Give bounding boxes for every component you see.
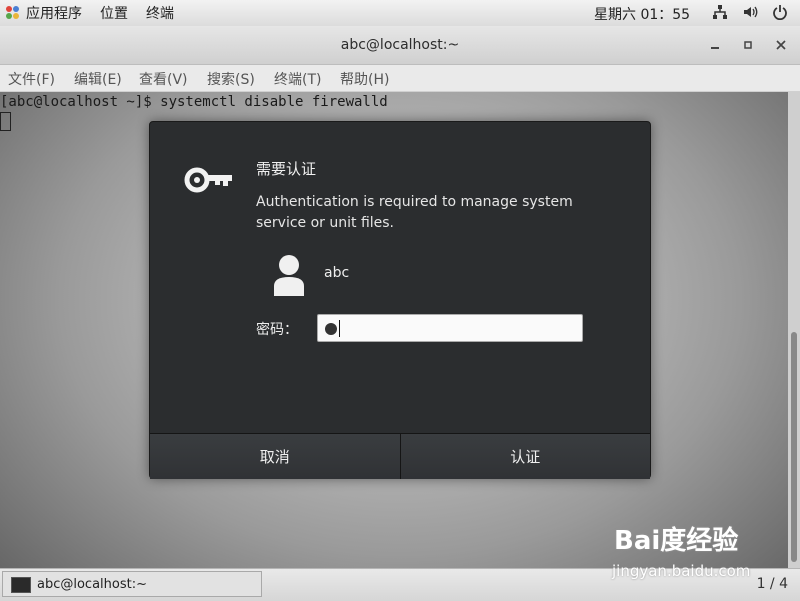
watermark-logo: Bai度经验: [614, 526, 739, 556]
menu-bar: 文件(F) 编辑(E) 查看(V) 搜索(S) 终端(T) 帮助(H): [0, 65, 800, 92]
menu-search[interactable]: 搜索(S): [207, 69, 255, 89]
menu-terminal[interactable]: 终端(T): [274, 69, 321, 89]
applications-menu[interactable]: 应用程序: [6, 3, 82, 23]
places-menu[interactable]: 位置: [100, 3, 128, 23]
menu-view[interactable]: 查看(V): [139, 69, 188, 89]
network-icon[interactable]: [712, 4, 728, 20]
command-line: [abc@localhost ~]$ systemctl disable fir…: [0, 94, 388, 110]
apps-icon: [6, 6, 20, 20]
terminal-cursor: [0, 112, 11, 131]
close-button[interactable]: [774, 38, 788, 52]
password-field[interactable]: [317, 314, 583, 342]
volume-icon[interactable]: [742, 4, 758, 20]
watermark-url: jingyan.baidu.com: [612, 562, 751, 580]
password-label: 密码：: [256, 322, 298, 338]
menu-help[interactable]: 帮助(H): [340, 69, 389, 89]
terminal-icon: [11, 577, 31, 593]
power-icon[interactable]: [772, 4, 788, 21]
dialog-title: 需要认证: [256, 160, 317, 178]
cancel-button[interactable]: 取消: [150, 434, 400, 479]
watermark: Bai度经验 jingyan.baidu.com: [612, 516, 782, 586]
password-dot: [325, 323, 337, 335]
dialog-message: Authentication is required to manage sys…: [256, 194, 573, 231]
taskbar-item-label: abc@localhost:~: [37, 577, 147, 592]
menu-edit[interactable]: 编辑(E): [74, 69, 122, 89]
scrollbar[interactable]: [788, 92, 800, 568]
window-titlebar[interactable]: abc@localhost:~: [0, 26, 800, 65]
clock[interactable]: 星期六 01：55: [594, 4, 690, 24]
key-icon: [184, 166, 234, 194]
dialog-buttons: 取消 认证: [150, 433, 650, 479]
top-panel: 应用程序 位置 终端 星期六 01：55: [0, 0, 800, 27]
window-title: abc@localhost:~: [340, 37, 460, 53]
applications-label: 应用程序: [26, 6, 82, 22]
taskbar-item-terminal[interactable]: abc@localhost:~: [2, 571, 262, 597]
authenticate-button[interactable]: 认证: [399, 434, 650, 479]
scrollbar-thumb[interactable]: [791, 332, 797, 562]
text-caret: [339, 320, 340, 337]
terminal-menu[interactable]: 终端: [146, 3, 174, 23]
maximize-button[interactable]: [741, 38, 755, 52]
menu-file[interactable]: 文件(F): [8, 69, 55, 89]
auth-dialog: 需要认证 Authentication is required to manag…: [149, 121, 651, 479]
user-name: abc: [324, 265, 350, 281]
minimize-button[interactable]: [708, 38, 722, 52]
user-icon: [272, 254, 306, 296]
